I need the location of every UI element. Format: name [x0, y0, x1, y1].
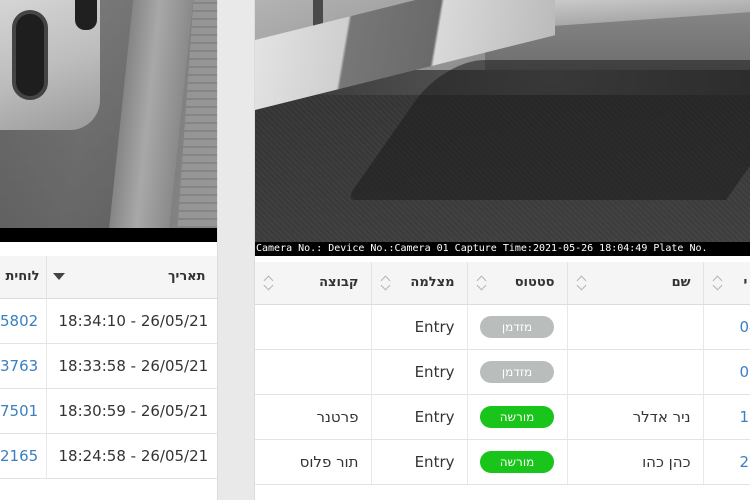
status-badge: מזדמן [480, 360, 554, 383]
header-status[interactable]: סטטוס [467, 262, 568, 305]
id-link[interactable]: 04 [703, 304, 750, 350]
header-id-label: י [743, 275, 748, 291]
wheel [12, 10, 48, 100]
camera-cell: Entry [371, 394, 468, 440]
table-row[interactable]: 7501 18:30:59 - 26/05/21 [0, 388, 217, 434]
status-cell: מזדמן [467, 349, 568, 395]
id-link[interactable]: 15 [703, 394, 750, 440]
table-header-row: לוחית תאריך [0, 256, 217, 299]
header-name-label: שם [671, 275, 691, 291]
table-row[interactable]: Entry מזדמן 04 [255, 304, 750, 350]
sort-icon[interactable] [712, 275, 724, 291]
group-cell [255, 349, 372, 395]
wheel [75, 0, 97, 30]
date-cell: 18:34:10 - 26/05/21 [46, 298, 217, 344]
shadow [345, 60, 750, 200]
car [0, 0, 100, 130]
table-row[interactable]: 2165 18:24:58 - 26/05/21 [0, 433, 217, 479]
header-id[interactable]: י [703, 262, 750, 305]
group-cell: פרטנר [255, 394, 372, 440]
right-events-table: קבוצה מצלמה סטטוס שם י Entry מזדמן 04 [255, 262, 750, 485]
header-name[interactable]: שם [567, 262, 704, 305]
status-cell: מורשה [467, 394, 568, 440]
header-plate[interactable]: לוחית [0, 256, 47, 299]
table-row[interactable]: 5802 18:34:10 - 26/05/21 [0, 298, 217, 344]
name-cell [567, 349, 704, 395]
header-camera[interactable]: מצלמה [371, 262, 468, 305]
header-status-label: סטטוס [514, 275, 555, 291]
table-header-row: קבוצה מצלמה סטטוס שם י [255, 262, 750, 305]
header-group[interactable]: קבוצה [255, 262, 372, 305]
table-row[interactable]: 3763 18:33:58 - 26/05/21 [0, 343, 217, 389]
plate-link[interactable]: 5802 [0, 298, 47, 344]
plate-link[interactable]: 2165 [0, 433, 47, 479]
camera-caption-bar [0, 228, 217, 242]
plate-link[interactable]: 7501 [0, 388, 47, 434]
table-row[interactable]: Entry מזדמן 05 [255, 349, 750, 395]
sort-icon[interactable] [380, 275, 392, 291]
status-badge: מורשה [480, 405, 554, 428]
date-cell: 18:24:58 - 26/05/21 [46, 433, 217, 479]
plate-link[interactable]: 3763 [0, 343, 47, 389]
camera-cell: Entry [371, 439, 468, 485]
app-root: לוחית תאריך 5802 18:34:10 - 26/05/21 376… [0, 0, 750, 500]
left-panel: לוחית תאריך 5802 18:34:10 - 26/05/21 376… [0, 0, 218, 500]
camera-cell: Entry [371, 349, 468, 395]
camera-caption: Camera No.: Device No.:Camera 01 Capture… [255, 242, 750, 256]
sort-icon[interactable] [263, 275, 275, 291]
camera-cell: Entry [371, 304, 468, 350]
name-cell [567, 304, 704, 350]
date-cell: 18:30:59 - 26/05/21 [46, 388, 217, 434]
header-group-label: קבוצה [319, 275, 359, 291]
group-cell: תור פלוס [255, 439, 372, 485]
status-cell: מזדמן [467, 304, 568, 350]
status-cell: מורשה [467, 439, 568, 485]
date-cell: 18:33:58 - 26/05/21 [46, 343, 217, 389]
status-badge: מורשה [480, 450, 554, 473]
status-badge: מזדמן [480, 315, 554, 338]
group-cell [255, 304, 372, 350]
header-date[interactable]: תאריך [46, 256, 217, 299]
header-date-label: תאריך [167, 269, 206, 285]
table-row[interactable]: תור פלוס Entry מורשה כהן כהו 2 [255, 439, 750, 485]
sort-icon[interactable] [476, 275, 488, 291]
id-link[interactable]: 2 [703, 439, 750, 485]
right-camera-image[interactable]: Camera No.: Device No.:Camera 01 Capture… [255, 0, 750, 256]
left-camera-image[interactable] [0, 0, 217, 242]
id-link[interactable]: 05 [703, 349, 750, 395]
name-cell: ניר אדלר [567, 394, 704, 440]
sort-desc-icon[interactable] [52, 273, 65, 280]
table-row[interactable]: פרטנר Entry מורשה ניר אדלר 15 [255, 394, 750, 440]
right-panel: Camera No.: Device No.:Camera 01 Capture… [254, 0, 750, 500]
header-camera-label: מצלמה [410, 275, 455, 291]
sort-icon[interactable] [576, 275, 588, 291]
name-cell: כהן כהו [567, 439, 704, 485]
left-events-table: לוחית תאריך 5802 18:34:10 - 26/05/21 376… [0, 256, 217, 479]
